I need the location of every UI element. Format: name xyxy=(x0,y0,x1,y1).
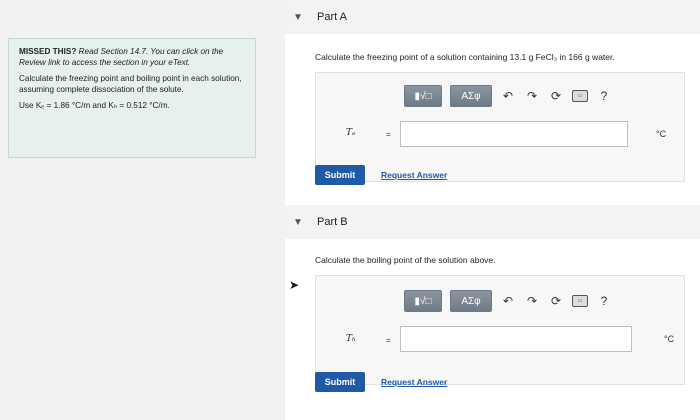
celsius-unit: °C xyxy=(656,129,667,139)
constants-text: Use Kₑ = 1.86 °C/m and Kₕ = 0.512 °C/m. xyxy=(19,101,170,110)
part-a-answer-box: ▮√□ AΣφ ↶ ↷ ⟳ ▭ ? Tₑ = °C xyxy=(315,72,685,182)
part-a-submit-button[interactable]: Submit xyxy=(315,165,365,185)
missed-this-text: MISSED THIS? Read Section 14.7. You can … xyxy=(19,47,245,68)
part-b-label: Part B xyxy=(317,216,348,228)
reset-icon[interactable]: ⟳ xyxy=(548,293,564,309)
boiling-point-input[interactable] xyxy=(400,326,632,352)
part-b-question: Calculate the boiling point of the solut… xyxy=(315,255,496,265)
mouse-cursor-icon: ➤ xyxy=(289,278,300,292)
celsius-unit: °C xyxy=(664,334,675,344)
part-b-answer-box: ▮√□ AΣφ ↶ ↷ ⟳ ▭ ? Tₕ = °C xyxy=(315,275,685,385)
keyboard-icon[interactable]: ▭ xyxy=(572,90,588,102)
help-icon[interactable]: ? xyxy=(596,88,612,104)
freezing-point-input[interactable] xyxy=(400,121,628,147)
part-b-toolbar: ▮√□ AΣφ ↶ ↷ ⟳ ▭ ? xyxy=(404,290,612,312)
part-a-question: Calculate the freezing point of a soluti… xyxy=(315,52,615,62)
part-a-toolbar: ▮√□ AΣφ ↶ ↷ ⟳ ▭ ? xyxy=(404,85,612,107)
boiling-point-variable: Tₕ xyxy=(346,334,356,344)
chevron-down-icon: ▼ xyxy=(293,11,303,23)
help-icon[interactable]: ? xyxy=(596,293,612,309)
undo-icon[interactable]: ↶ xyxy=(500,88,516,104)
redo-icon[interactable]: ↷ xyxy=(524,293,540,309)
part-b-submit-button[interactable]: Submit xyxy=(315,372,365,392)
redo-icon[interactable]: ↷ xyxy=(524,88,540,104)
part-b-request-answer-link[interactable]: Request Answer xyxy=(381,377,447,387)
part-b-header[interactable]: ▼ Part B xyxy=(285,205,700,239)
part-a-request-answer-link[interactable]: Request Answer xyxy=(381,170,447,180)
part-a-label: Part A xyxy=(317,11,347,23)
missed-this-title: MISSED THIS? xyxy=(19,47,77,56)
freezing-point-variable: Tₑ xyxy=(346,128,356,138)
undo-icon[interactable]: ↶ xyxy=(500,293,516,309)
equals-sign: = xyxy=(386,336,391,345)
templates-button[interactable]: ▮√□ xyxy=(404,290,442,312)
templates-button[interactable]: ▮√□ xyxy=(404,85,442,107)
missed-this-panel: MISSED THIS? Read Section 14.7. You can … xyxy=(8,38,256,158)
calculate-instruction: Calculate the freezing point and boiling… xyxy=(19,74,242,94)
chevron-down-icon: ▼ xyxy=(293,216,303,228)
reset-icon[interactable]: ⟳ xyxy=(548,88,564,104)
greek-symbols-button[interactable]: AΣφ xyxy=(450,85,492,107)
part-a-header[interactable]: ▼ Part A xyxy=(285,0,700,34)
equals-sign: = xyxy=(386,130,391,139)
greek-symbols-button[interactable]: AΣφ xyxy=(450,290,492,312)
keyboard-icon[interactable]: ▭ xyxy=(572,295,588,307)
